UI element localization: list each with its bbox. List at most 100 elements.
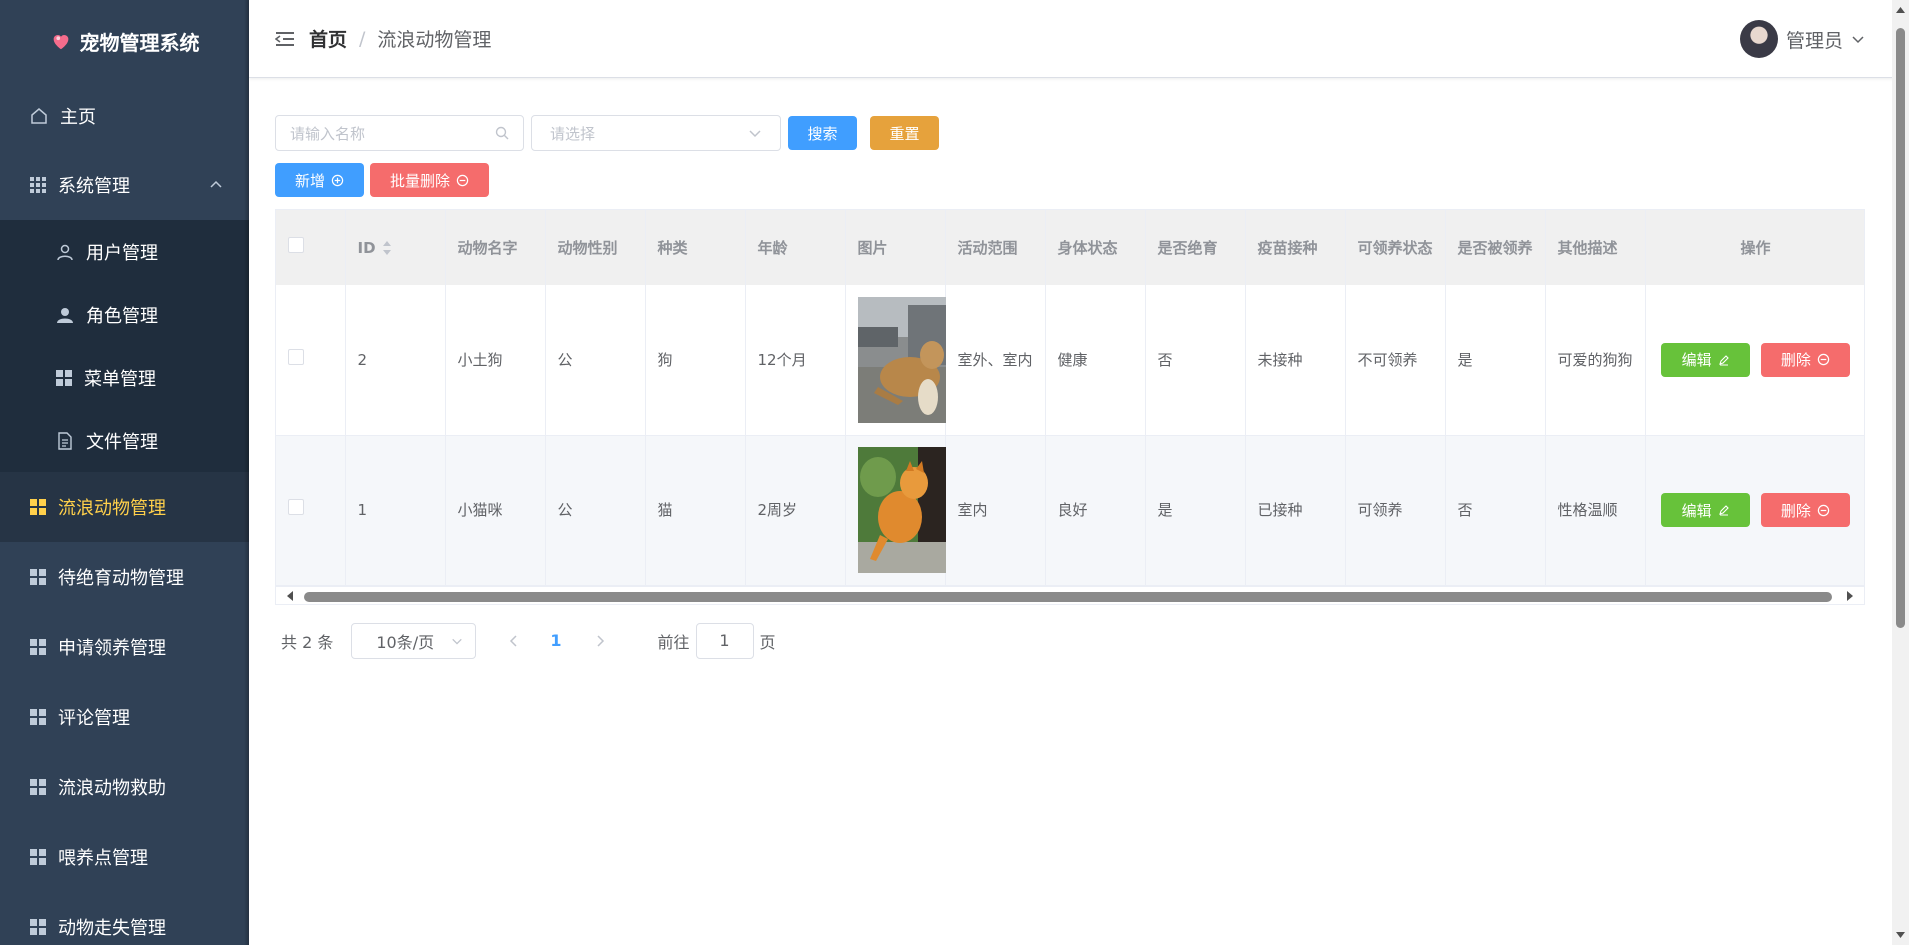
user-menu[interactable]: 管理员 [1739, 20, 1865, 58]
column-header: 是否被领养 [1445, 210, 1546, 285]
pagination: 共 2 条 10条/页 1 前往 1 页 [275, 622, 1865, 659]
scrollbar-thumb[interactable] [304, 591, 1832, 602]
add-button[interactable]: 新增 [275, 163, 364, 197]
edit-button[interactable]: 编辑 [1661, 342, 1751, 377]
sidebar-item-rescue[interactable]: 流浪动物救助 [0, 752, 249, 822]
circle-minus-icon [1817, 354, 1830, 366]
sidebar-item-menus[interactable]: 菜单管理 [0, 346, 249, 409]
pencil-icon [1718, 354, 1729, 366]
column-header: 动物名字 [445, 210, 546, 285]
batch-delete-label: 批量删除 [389, 172, 450, 190]
filter-select[interactable]: 请选择 [531, 115, 781, 151]
goto-suffix: 页 [759, 632, 776, 652]
sidebar: 宠物管理系统 主页 系统管理 用户管理 角色管理 菜单管理 文件管理 流浪动物管… [0, 0, 249, 945]
scroll-left-icon[interactable] [286, 590, 294, 602]
sidebar-item-lost[interactable]: 动物走失管理 [0, 892, 249, 945]
name-search-input[interactable]: 请输入名称 [275, 115, 524, 151]
action-bar: 新增 批量删除 [275, 163, 1865, 197]
vertical-scrollbar[interactable] [1892, 0, 1909, 945]
search-button[interactable]: 搜索 [788, 116, 857, 150]
sidebar-item-label: 系统管理 [58, 176, 130, 197]
breadcrumb-separator: / [359, 27, 366, 50]
edit-button[interactable]: 编辑 [1661, 493, 1751, 527]
scroll-down-icon[interactable] [1896, 931, 1905, 939]
cell-gender: 公 [545, 285, 646, 436]
sidebar-item-feeding[interactable]: 喂养点管理 [0, 822, 249, 892]
cell-adopted: 是 [1445, 285, 1546, 436]
scroll-up-icon[interactable] [1896, 6, 1905, 14]
horizontal-scrollbar[interactable] [276, 585, 1864, 604]
menu-grid-icon [30, 779, 46, 795]
next-page-button[interactable] [586, 627, 614, 655]
cell-actions: 编辑 删除 [1645, 435, 1864, 586]
menu-grid-icon [30, 919, 46, 935]
user-icon [57, 244, 73, 260]
cell-range: 室外、室内 [945, 285, 1046, 436]
sidebar-item-label: 喂养点管理 [58, 848, 148, 869]
cell-desc: 可爱的狗狗 [1545, 285, 1646, 436]
column-header: 动物性别 [545, 210, 646, 285]
cell-sterilized: 是 [1145, 435, 1246, 586]
column-header-label: ID [357, 238, 376, 257]
dog-photo[interactable] [857, 296, 946, 423]
sidebar-item-sterilization[interactable]: 待绝育动物管理 [0, 542, 249, 612]
column-header: 可领养状态 [1345, 210, 1446, 285]
column-header[interactable]: ID [345, 210, 446, 285]
sidebar-item-adoption[interactable]: 申请领养管理 [0, 612, 249, 682]
goto-page-input[interactable]: 1 [695, 622, 754, 659]
sidebar-item-stray-animals[interactable]: 流浪动物管理 [0, 472, 249, 542]
delete-button[interactable]: 删除 [1760, 493, 1850, 527]
menu-grid-icon [30, 569, 46, 585]
cell-vaccine: 已接种 [1245, 435, 1346, 586]
cat-photo[interactable] [857, 447, 946, 573]
cell-adoptable: 可领养 [1345, 435, 1446, 586]
sidebar-item-users[interactable]: 用户管理 [0, 220, 249, 283]
sidebar-item-label: 流浪动物管理 [58, 498, 166, 519]
pagination-total: 共 2 条 [281, 632, 334, 652]
app-logo: 宠物管理系统 [0, 0, 249, 82]
breadcrumb-home[interactable]: 首页 [309, 25, 347, 52]
document-icon [58, 431, 72, 450]
reset-button[interactable]: 重置 [870, 116, 939, 150]
edit-label: 编辑 [1681, 502, 1712, 520]
table-row: 1 小猫咪 公 猫 2周岁 室内 良好 是 已接种 可领养 否 性格温顺 编辑 … [276, 435, 1864, 586]
scroll-right-icon[interactable] [1846, 590, 1854, 602]
cell-image [845, 435, 946, 586]
cell-sterilized: 否 [1145, 285, 1246, 436]
page-number-current[interactable]: 1 [550, 631, 561, 650]
menu-grid-icon [30, 849, 46, 865]
select-all-checkbox[interactable] [288, 236, 304, 253]
chevron-down-icon [1852, 36, 1864, 44]
sidebar-item-roles[interactable]: 角色管理 [0, 283, 249, 346]
fold-menu-icon[interactable] [275, 31, 295, 47]
app-title: 宠物管理系统 [79, 30, 200, 55]
sidebar-item-label: 申请领养管理 [58, 638, 166, 659]
sidebar-item-comments[interactable]: 评论管理 [0, 682, 249, 752]
delete-button[interactable]: 删除 [1760, 342, 1850, 377]
filter-bar: 请输入名称 请选择 搜索 重置 [275, 115, 1865, 151]
column-header: 疫苗接种 [1245, 210, 1346, 285]
sidebar-item-home[interactable]: 主页 [0, 82, 249, 150]
delete-label: 删除 [1780, 502, 1811, 520]
row-checkbox[interactable] [288, 348, 304, 365]
chevron-down-icon [749, 130, 761, 138]
vertical-scrollbar-thumb[interactable] [1896, 28, 1905, 628]
sort-icon[interactable] [382, 240, 392, 256]
batch-delete-button[interactable]: 批量删除 [370, 163, 489, 197]
cell-name: 小土狗 [445, 285, 546, 436]
row-checkbox[interactable] [288, 499, 304, 515]
grid-icon [30, 177, 46, 193]
sidebar-item-label: 角色管理 [86, 305, 158, 327]
cell-range: 室内 [945, 435, 1046, 586]
prev-page-button[interactable] [500, 627, 528, 655]
column-header: 操作 [1645, 210, 1864, 285]
page-size-select[interactable]: 10条/页 [351, 622, 477, 659]
sidebar-item-system[interactable]: 系统管理 [0, 150, 249, 220]
column-header: 其他描述 [1545, 210, 1646, 285]
delete-label: 删除 [1780, 352, 1811, 370]
pencil-icon [1718, 505, 1729, 516]
navbar: 首页 / 流浪动物管理 管理员 [249, 0, 1909, 78]
cell-vaccine: 未接种 [1245, 285, 1346, 436]
goto-page: 前往 1 页 [658, 622, 776, 659]
sidebar-item-files[interactable]: 文件管理 [0, 409, 249, 472]
